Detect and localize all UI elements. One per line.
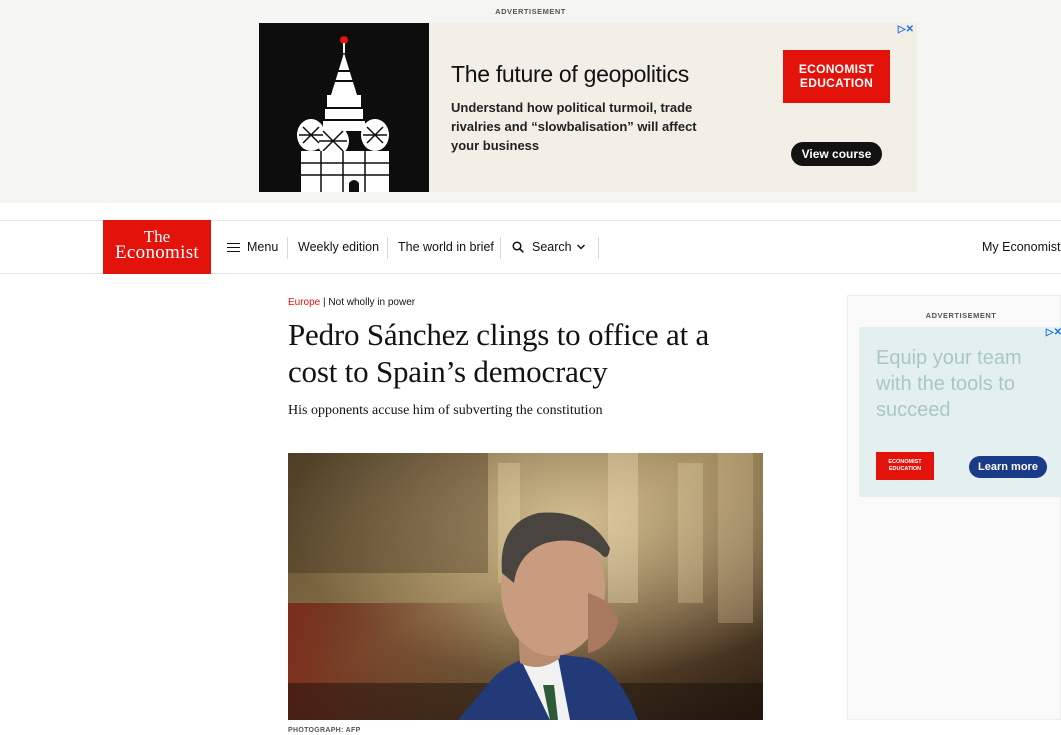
side-ad-brand-logo: ECONOMIST EDUCATION xyxy=(876,452,934,480)
top-ad-title: The future of geopolitics xyxy=(451,61,689,87)
my-economist-link[interactable]: My Economist xyxy=(982,221,1061,273)
side-ad-title: Equip your team with the tools to succee… xyxy=(876,347,1022,421)
side-ad-banner[interactable]: Equip your team with the tools to succee… xyxy=(859,327,1061,497)
top-ad-band: ADVERTISEMENT The future of geopolitics … xyxy=(0,0,1061,203)
side-ad-column: ADVERTISEMENT Equip your team with the t… xyxy=(847,295,1061,720)
learn-more-button[interactable]: Learn more xyxy=(969,456,1047,478)
photo-credit: PHOTOGRAPH: AFP xyxy=(288,727,361,734)
section-link[interactable]: Europe xyxy=(288,297,320,308)
side-ad-label: ADVERTISEMENT xyxy=(925,311,997,320)
logo-line-2: Economist xyxy=(115,242,199,263)
search-button[interactable]: Search xyxy=(512,221,586,273)
rubric: Not wholly in power xyxy=(328,297,416,308)
chevron-down-icon xyxy=(576,244,585,250)
top-ad-brand-logo: ECONOMIST EDUCATION xyxy=(783,50,890,103)
menu-label: Menu xyxy=(247,240,279,254)
nav-divider xyxy=(287,237,288,259)
adchoices-icon[interactable]: ▷✕ xyxy=(898,24,914,35)
nav-divider xyxy=(387,237,388,259)
search-label: Search xyxy=(532,240,572,254)
top-ad-banner[interactable]: The future of geopolitics Understand how… xyxy=(259,23,917,192)
nav-divider xyxy=(598,237,599,259)
article-headline: Pedro Sánchez clings to office at a cost… xyxy=(288,317,710,389)
menu-button[interactable]: Menu xyxy=(227,221,278,273)
top-ad-illustration xyxy=(259,23,429,192)
economist-logo[interactable]: The Economist xyxy=(103,220,211,274)
article-kicker: Europe | Not wholly in power xyxy=(288,297,415,308)
top-ad-label: ADVERTISEMENT xyxy=(495,7,566,16)
nav-divider xyxy=(500,237,501,259)
main-nav: The Economist Menu Weekly edition The wo… xyxy=(0,220,1061,274)
world-in-brief-link[interactable]: The world in brief xyxy=(398,221,494,273)
view-course-button[interactable]: View course xyxy=(791,142,882,166)
article-photo xyxy=(288,453,763,720)
weekly-edition-link[interactable]: Weekly edition xyxy=(298,221,379,273)
menu-icon xyxy=(227,242,240,253)
top-ad-body: Understand how political turmoil, trade … xyxy=(451,100,697,153)
search-icon xyxy=(512,241,524,253)
adchoices-icon[interactable]: ▷✕ xyxy=(1046,327,1061,338)
article-standfirst: His opponents accuse him of subverting t… xyxy=(288,403,603,418)
